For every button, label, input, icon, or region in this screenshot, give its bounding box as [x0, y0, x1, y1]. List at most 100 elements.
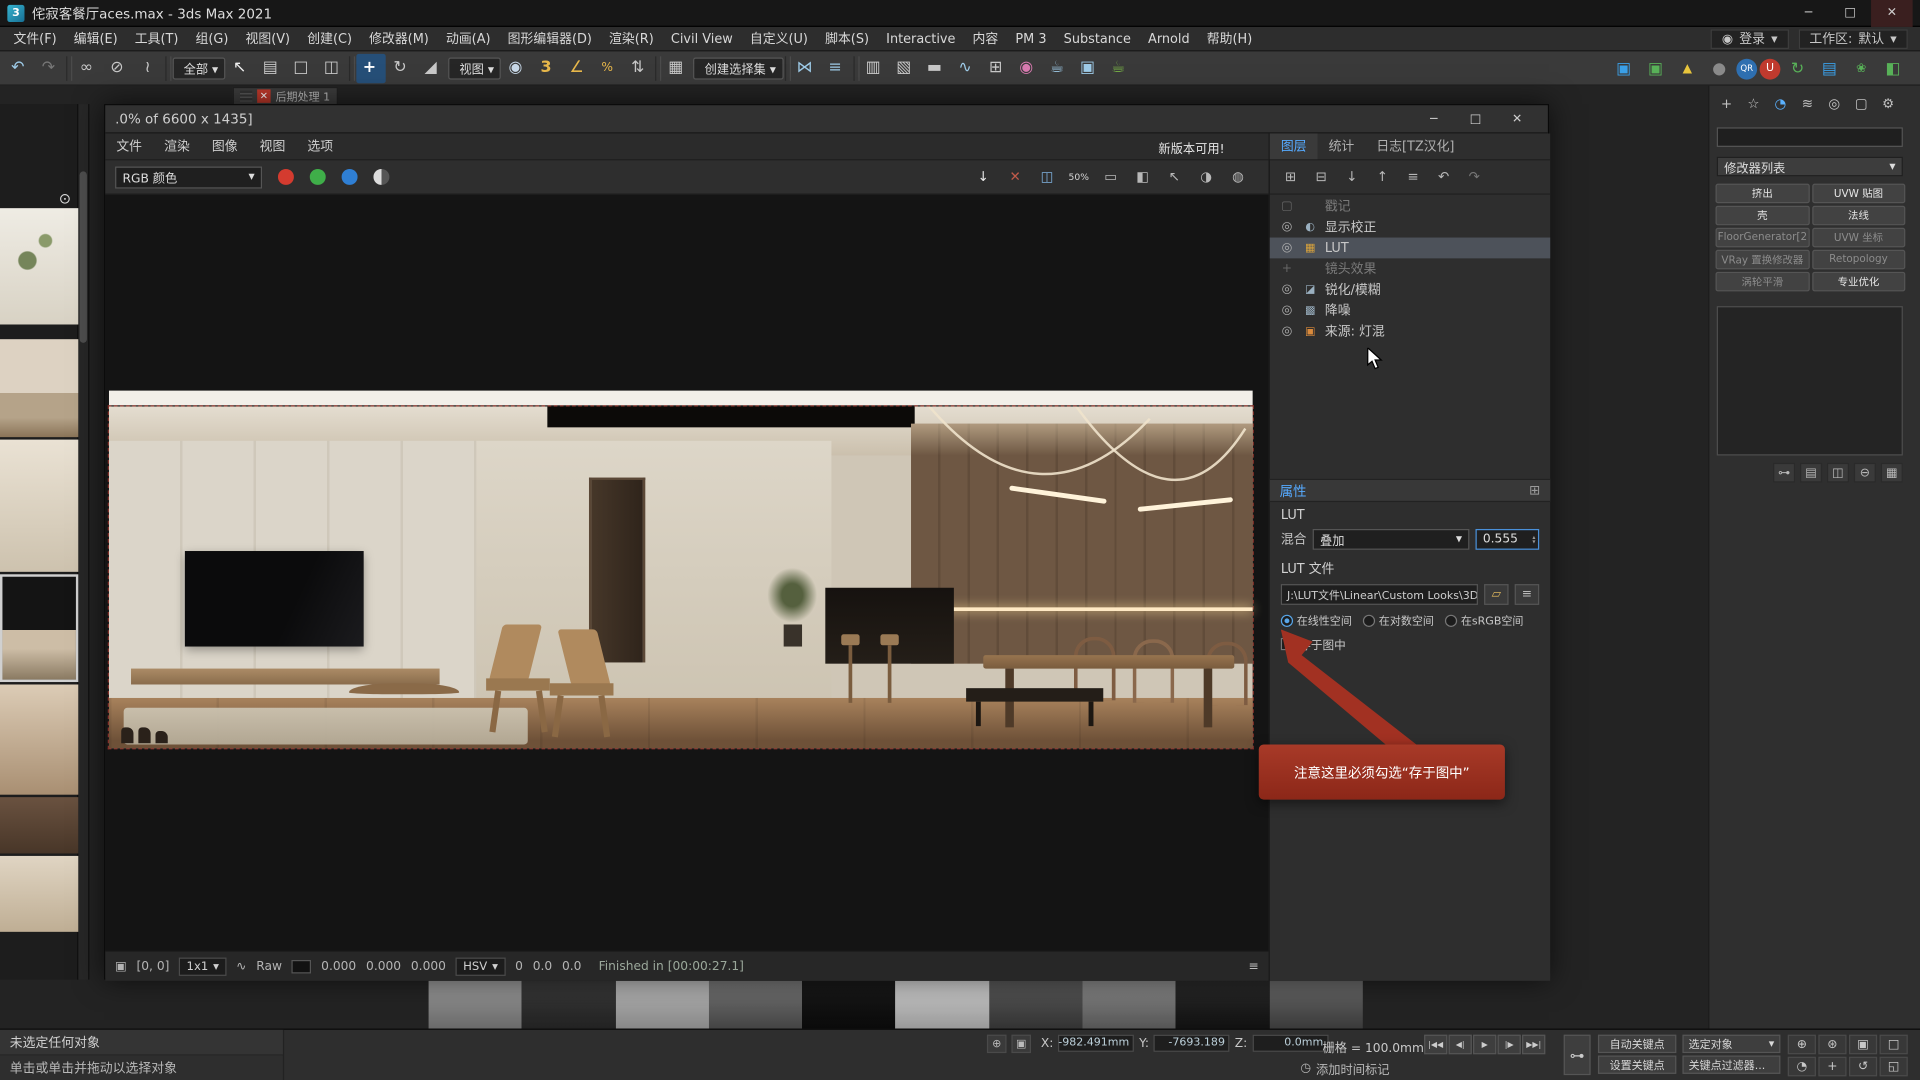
- sign-in-button[interactable]: ◉ 登录 ▾: [1711, 29, 1789, 49]
- channel-dropdown[interactable]: RGB 颜色 ▾: [115, 166, 262, 188]
- rendered-frame-window-icon[interactable]: ▣: [1075, 53, 1104, 82]
- modifier-preset-button[interactable]: 法线: [1812, 206, 1906, 226]
- save-image-icon[interactable]: ↓: [970, 165, 997, 189]
- field-of-view-icon[interactable]: ◔: [1788, 1057, 1816, 1077]
- window-crossing-icon[interactable]: ◫: [319, 53, 348, 82]
- leaf-icon[interactable]: ❀: [1847, 54, 1876, 83]
- zoom-all-icon[interactable]: ⊛: [1818, 1035, 1846, 1055]
- ab-compare-icon[interactable]: ◧: [1129, 165, 1156, 189]
- zoom-dropdown[interactable]: 1x1 ▾: [179, 957, 226, 975]
- angle-snap-icon[interactable]: ∠: [564, 53, 593, 82]
- reference-coordinate-dropdown[interactable]: 视图 ▾: [448, 57, 501, 79]
- modifier-stack[interactable]: [1717, 306, 1903, 455]
- modifier-preset-button[interactable]: FloorGenerator[2: [1716, 228, 1810, 248]
- layer-row[interactable]: ◎ ◪ 锐化/模糊: [1270, 279, 1550, 300]
- remove-modifier-icon[interactable]: ⊖: [1854, 463, 1876, 483]
- clear-image-icon[interactable]: ✕: [1002, 165, 1029, 189]
- lock-icon[interactable]: ▣: [115, 959, 127, 972]
- render-canvas[interactable]: [105, 195, 1268, 951]
- red-channel-toggle[interactable]: [278, 169, 294, 185]
- menu-item[interactable]: 渲染(R): [600, 29, 662, 47]
- set-key-button[interactable]: 设置关键点: [1598, 1056, 1676, 1074]
- modifier-preset-button[interactable]: UVW 贴图: [1812, 184, 1906, 204]
- undo-icon[interactable]: ↶: [1430, 165, 1457, 189]
- menu-item[interactable]: 创建(C): [299, 29, 361, 47]
- history-thumbnail[interactable]: [0, 208, 78, 324]
- select-and-rotate-icon[interactable]: ↻: [387, 53, 416, 82]
- pop-out-icon[interactable]: ⊞: [1529, 482, 1540, 498]
- save-preset-icon[interactable]: ↓: [1338, 165, 1365, 189]
- colorspace-radio[interactable]: 在sRGB空间: [1445, 612, 1523, 628]
- close-icon[interactable]: ✕: [257, 89, 270, 102]
- modify-tab-icon[interactable]: ◔: [1768, 92, 1792, 114]
- sphere-icon[interactable]: ●: [1704, 54, 1733, 83]
- add-panel-icon[interactable]: +: [1714, 92, 1738, 114]
- menu-item[interactable]: 工具(T): [126, 29, 187, 47]
- menu-item[interactable]: 编辑(E): [65, 29, 126, 47]
- motion-tab-icon[interactable]: ◎: [1822, 92, 1846, 114]
- menu-item[interactable]: 动画(A): [437, 29, 499, 47]
- select-and-link-icon[interactable]: ∞: [73, 53, 102, 82]
- go-to-end-button[interactable]: ▶▶|: [1522, 1035, 1545, 1055]
- menu-item[interactable]: 文件(F): [5, 29, 65, 47]
- vfb-menu-item[interactable]: 视图: [249, 137, 297, 155]
- layer-row[interactable]: ▢ 戳记: [1270, 196, 1550, 217]
- spinner-snap-icon[interactable]: ⇅: [625, 53, 654, 82]
- redo-icon[interactable]: ↷: [36, 53, 65, 82]
- selection-filter-dropdown[interactable]: 全部 ▾: [173, 57, 226, 79]
- browse-folder-button[interactable]: ▱: [1484, 584, 1508, 605]
- maximize-button[interactable]: □: [1455, 106, 1497, 132]
- menu-item[interactable]: 自定义(U): [741, 29, 816, 47]
- pin-stack-icon[interactable]: ⊶: [1773, 463, 1795, 483]
- add-time-tag[interactable]: ◷ 添加时间标记: [1300, 1059, 1389, 1077]
- unlink-selection-icon[interactable]: ⊘: [104, 53, 133, 82]
- layer-row[interactable]: ◎ ▣ 来源: 灯混: [1270, 321, 1550, 342]
- downscale-button[interactable]: 50%: [1065, 165, 1092, 189]
- vfb-menu-item[interactable]: 图像: [201, 137, 249, 155]
- schematic-view-icon[interactable]: ⊞: [983, 53, 1012, 82]
- scrollbar-thumb[interactable]: [80, 171, 87, 342]
- select-object-icon[interactable]: ↖: [227, 53, 256, 82]
- vfb-menu-item[interactable]: 渲染: [153, 137, 201, 155]
- modifier-list-dropdown[interactable]: 修改器列表 ▾: [1717, 157, 1903, 177]
- minimize-button[interactable]: ─: [1788, 0, 1830, 26]
- layer-list-icon[interactable]: ≡: [1400, 165, 1427, 189]
- blue-channel-toggle[interactable]: [342, 169, 358, 185]
- region-render-icon[interactable]: ◫: [1033, 165, 1060, 189]
- selection-region-icon[interactable]: □: [288, 53, 317, 82]
- visibility-eye-icon[interactable]: ▢: [1278, 200, 1295, 213]
- zoom-extents-icon[interactable]: ▣: [1849, 1035, 1877, 1055]
- menu-item[interactable]: 脚本(S): [817, 29, 878, 47]
- render-production-icon[interactable]: ☕: [1105, 53, 1134, 82]
- menu-item[interactable]: 视图(V): [237, 29, 299, 47]
- auto-key-button[interactable]: 自动关键点: [1598, 1035, 1676, 1053]
- modifier-preset-button[interactable]: 涡轮平滑: [1716, 272, 1810, 292]
- green-channel-toggle[interactable]: [310, 169, 326, 185]
- history-thumbnail[interactable]: [0, 856, 78, 932]
- new-version-notice[interactable]: 新版本可用!: [1158, 138, 1241, 156]
- ribbon-toggle-icon[interactable]: ▬: [922, 53, 951, 82]
- floating-panel-tab[interactable]: ✕ 后期处理 1: [233, 87, 338, 105]
- menu-item[interactable]: Interactive: [878, 31, 964, 46]
- named-selection-sets-dropdown[interactable]: 创建选择集 ▾: [694, 57, 784, 79]
- cube-icon[interactable]: ◧: [1878, 54, 1907, 83]
- vfb-menu-item[interactable]: 文件: [105, 137, 153, 155]
- lut-list-button[interactable]: ≡: [1515, 584, 1539, 605]
- blend-mode-dropdown[interactable]: 叠加 ▾: [1313, 529, 1470, 550]
- history-thumbnail[interactable]: [0, 797, 78, 853]
- lut-path-field[interactable]: J:\LUT文件\Linear\Custom Looks\3D: [1281, 584, 1478, 605]
- show-end-result-icon[interactable]: ▤: [1800, 463, 1822, 483]
- stamp-icon[interactable]: ▭: [1097, 165, 1124, 189]
- play-animation-button[interactable]: ▶: [1473, 1035, 1496, 1055]
- menu-item[interactable]: 组(G): [187, 29, 237, 47]
- panel-tab[interactable]: 日志[TZ汉化]: [1365, 133, 1465, 159]
- visibility-eye-icon[interactable]: ◎: [1278, 220, 1295, 233]
- menu-item[interactable]: 内容: [964, 29, 1007, 47]
- y-coordinate-field[interactable]: -7693.189: [1154, 1035, 1230, 1052]
- modifier-preset-button[interactable]: 专业优化: [1812, 272, 1906, 292]
- plugin-blue-icon[interactable]: ▣: [1609, 54, 1638, 83]
- pan-icon[interactable]: +: [1818, 1057, 1846, 1077]
- key-filters-button[interactable]: 关键点过滤器...: [1682, 1056, 1780, 1074]
- utilities-tab-icon[interactable]: ⚙: [1876, 92, 1900, 114]
- visibility-eye-icon[interactable]: ◎: [1278, 304, 1295, 317]
